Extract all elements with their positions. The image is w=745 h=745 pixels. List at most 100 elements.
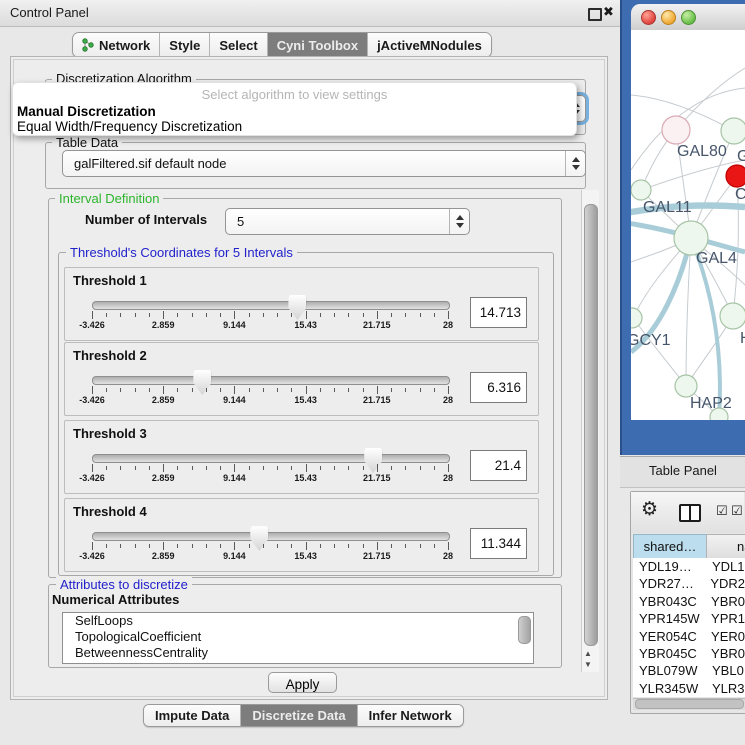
tab-network[interactable]: Network <box>73 33 160 57</box>
threshold-label: Threshold 1 <box>73 273 147 288</box>
table-hscrollbar-thumb[interactable] <box>635 699 744 709</box>
network-node[interactable] <box>662 116 690 144</box>
network-node-label: H <box>740 330 745 347</box>
tab-cyni-toolbox[interactable]: Cyni Toolbox <box>268 33 368 57</box>
slider-tick-labels: -3.4262.8599.14415.4321.71528 <box>65 473 538 485</box>
network-node[interactable] <box>720 303 745 329</box>
network-nodes[interactable]: GAL80 G. GAL11 C GAL4 GCY1 H HAP2 <box>631 116 745 420</box>
checkbox-icon[interactable]: ☑ <box>716 503 728 519</box>
list-scrollbar-thumb[interactable] <box>518 616 531 644</box>
table-data-value: galFiltered.sif default node <box>74 151 226 176</box>
numerical-attributes-label: Numerical Attributes <box>52 592 179 607</box>
threshold-block: Threshold 3 -3.4262.8599.14415.4321.7152… <box>64 420 539 494</box>
threshold-block: Threshold 4 -3.4262.8599.14415.4321.7152… <box>64 498 539 572</box>
scroll-down-icon[interactable]: ▼ <box>584 661 592 669</box>
threshold-value-field[interactable]: 11.344 <box>470 528 527 559</box>
menu-item-manual-discretization[interactable]: Manual Discretization <box>17 104 156 119</box>
threshold-value-field[interactable]: 14.713 <box>470 297 527 328</box>
interval-definition-title: Interval Definition <box>55 191 163 206</box>
close-icon[interactable]: ✖ <box>603 4 614 20</box>
attribute-list-item[interactable]: TopologicalCoefficient <box>63 629 533 645</box>
table-row[interactable]: YER054CYER0 <box>633 628 745 645</box>
network-node-label: C <box>735 186 745 203</box>
network-node-label: HAP2 <box>690 395 732 412</box>
thresholds-group-title: Threshold's Coordinates for 5 Intervals <box>66 245 297 260</box>
scroll-up-icon[interactable]: ▲ <box>584 650 592 658</box>
network-node[interactable] <box>631 180 651 200</box>
table-data-combobox[interactable]: galFiltered.sif default node <box>62 150 586 177</box>
control-panel-tabbar: Network Style Select Cyni Toolbox jActiv… <box>72 32 492 58</box>
split-columns-icon[interactable] <box>679 504 701 522</box>
network-node-label: GAL11 <box>643 199 692 216</box>
table-data-group-title: Table Data <box>52 135 122 150</box>
main-scrollbar-thumb[interactable] <box>584 204 598 646</box>
numerical-attributes-list: SelfLoopsTopologicalCoefficientBetweenne… <box>62 612 534 664</box>
table-panel-title: Table Panel <box>649 456 717 486</box>
slider-tick-labels: -3.4262.8599.14415.4321.71528 <box>65 551 538 563</box>
attributes-group-title: Attributes to discretize <box>56 577 192 592</box>
network-node-label: GAL4 <box>696 250 737 267</box>
combo-stepper-icon[interactable] <box>449 209 469 234</box>
tab-jactivemnodules[interactable]: jActiveMNodules <box>368 33 491 57</box>
table-row[interactable]: YLR345WYLR3 <box>633 680 745 697</box>
network-node[interactable] <box>710 408 728 420</box>
algorithm-placeholder: Select algorithm to view settings <box>13 87 576 102</box>
network-node-label: GAL80 <box>677 143 727 160</box>
algorithm-dropdown-popup: Select algorithm to view settings Manual… <box>12 82 577 136</box>
table-rows: YDL19…YDL1YDR27…YDR2YBR043CYBR0YPR145WYP… <box>633 558 745 697</box>
close-traffic-light-icon[interactable] <box>641 10 656 25</box>
tab-style[interactable]: Style <box>160 33 210 57</box>
column-header-shared[interactable]: shared… <box>633 534 707 559</box>
threshold-value-field[interactable]: 6.316 <box>470 372 527 403</box>
network-icon <box>82 38 94 52</box>
network-node[interactable] <box>675 375 697 397</box>
number-of-intervals-combobox[interactable]: 5 <box>225 208 470 235</box>
table-row[interactable]: YPR145WYPR1 <box>633 610 745 627</box>
apply-button[interactable]: Apply <box>268 672 337 693</box>
checkbox-icon[interactable]: ☑ <box>731 503 743 519</box>
threshold-label: Threshold 3 <box>73 426 147 441</box>
network-node[interactable] <box>631 308 642 328</box>
slider-tick-labels: -3.4262.8599.14415.4321.71528 <box>65 395 538 407</box>
network-window-frame-edge <box>620 0 622 455</box>
gear-icon[interactable]: ⚙ <box>641 498 658 521</box>
tab-select[interactable]: Select <box>210 33 267 57</box>
zoom-traffic-light-icon[interactable] <box>681 10 696 25</box>
tab-impute-data[interactable]: Impute Data <box>144 705 241 726</box>
threshold-label: Threshold 2 <box>73 348 147 363</box>
table-row[interactable]: YBR043CYBR0 <box>633 593 745 610</box>
slider-track[interactable] <box>92 532 450 541</box>
bottom-tabbar: Impute Data Discretize Data Infer Networ… <box>143 704 464 727</box>
table-row[interactable]: YDL19…YDL1 <box>633 558 745 575</box>
attribute-list-item[interactable]: BetweennessCentrality <box>63 645 533 661</box>
slider-track[interactable] <box>92 376 450 385</box>
screenshot-root: Control Panel ✖ Network Style Select Cyn… <box>0 0 745 745</box>
control-panel-title: Control Panel <box>10 0 89 26</box>
network-node[interactable] <box>726 165 745 187</box>
network-window-titlebar <box>631 4 745 31</box>
number-of-intervals-label: Number of Intervals <box>85 212 207 227</box>
table-row[interactable]: YBR045CYBR0 <box>633 645 745 662</box>
column-header-name[interactable]: na <box>706 534 745 559</box>
network-node[interactable] <box>721 118 745 144</box>
slider-track[interactable] <box>92 301 450 310</box>
table-row[interactable]: YBL079WYBL0 <box>633 662 745 679</box>
menu-item-equal-width-frequency[interactable]: Equal Width/Frequency Discretization <box>17 119 242 134</box>
minimize-traffic-light-icon[interactable] <box>661 10 676 25</box>
table-row[interactable]: YDR27…YDR2 <box>633 575 745 592</box>
slider-track[interactable] <box>92 454 450 463</box>
slider-tick-labels: -3.4262.8599.14415.4321.71528 <box>65 320 538 332</box>
threshold-block: Threshold 2 -3.4262.8599.14415.4321.7152… <box>64 342 539 416</box>
thresholds-group: Threshold 1 -3.4262.8599.14415.4321.7152… <box>58 252 554 576</box>
attribute-list-item[interactable]: SelfLoops <box>63 613 533 629</box>
network-canvas[interactable]: GAL80 G. GAL11 C GAL4 GCY1 H HAP2 <box>631 30 745 420</box>
threshold-block: Threshold 1 -3.4262.8599.14415.4321.7152… <box>64 267 539 341</box>
threshold-value-field[interactable]: 21.4 <box>470 450 527 481</box>
float-window-icon[interactable] <box>588 8 602 21</box>
tab-infer-network[interactable]: Infer Network <box>358 705 463 726</box>
threshold-label: Threshold 4 <box>73 504 147 519</box>
combo-stepper-icon[interactable] <box>565 151 585 176</box>
network-node-label: G. <box>737 148 745 165</box>
tab-discretize-data[interactable]: Discretize Data <box>241 705 357 726</box>
network-node-label: GCY1 <box>631 332 671 349</box>
